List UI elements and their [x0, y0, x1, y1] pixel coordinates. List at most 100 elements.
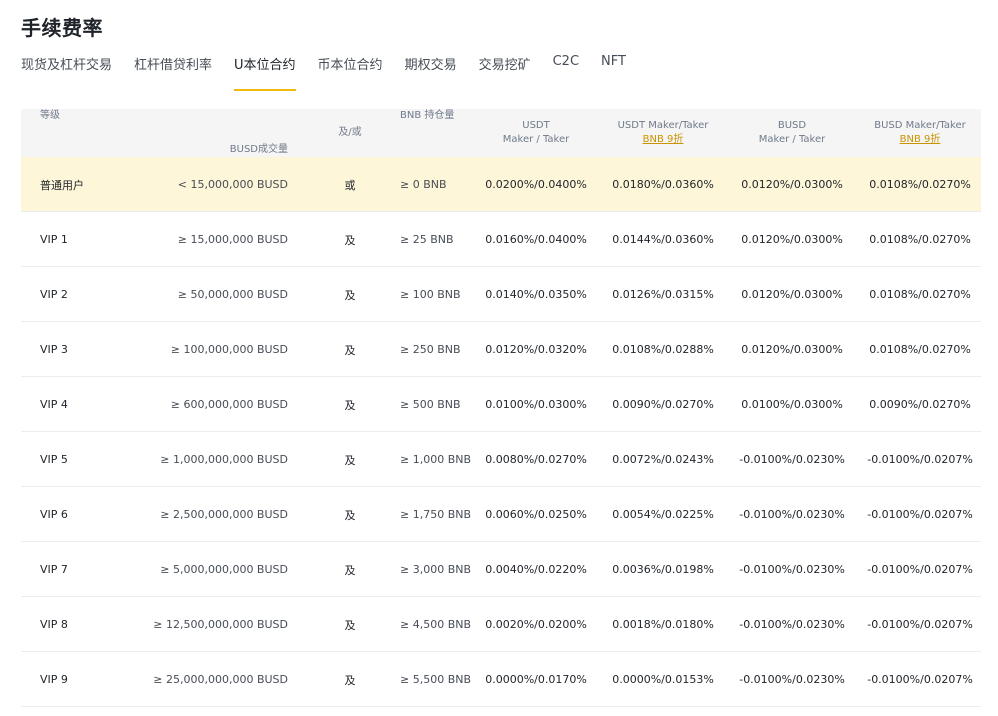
cell-busd-rate: -0.0100%/0.0230%	[739, 618, 845, 631]
cell-usdt-bnb-rate: 0.0000%/0.0153%	[612, 673, 714, 686]
tab-c2c[interactable]: C2C	[553, 54, 579, 91]
cell-busd-rate: 0.0120%/0.0300%	[741, 343, 843, 356]
cell-busd-bnb-rate: -0.0100%/0.0207%	[867, 508, 973, 521]
cell-level: VIP 3	[40, 343, 68, 356]
cell-andor: 及	[344, 453, 356, 467]
cell-level: VIP 8	[40, 618, 68, 631]
cell-busd-bnb-rate: 0.0090%/0.0270%	[869, 398, 971, 411]
cell-usdt-rate: 0.0020%/0.0200%	[485, 618, 587, 631]
cell-busd-bnb-rate: 0.0108%/0.0270%	[869, 178, 971, 191]
page-title: 手续费率	[21, 16, 103, 40]
cell-busd-rate: -0.0100%/0.0230%	[739, 673, 845, 686]
table-row: VIP 9 ≥ 25,000,000,000 BUSD 及 ≥ 5,500 BN…	[21, 652, 981, 707]
header-volume: BUSD成交量	[229, 144, 288, 155]
cell-usdt-bnb-rate: 0.0090%/0.0270%	[612, 398, 714, 411]
cell-usdt-rate: 0.0080%/0.0270%	[485, 453, 587, 466]
table-row: VIP 4 ≥ 600,000,000 BUSD 及 ≥ 500 BNB 0.0…	[21, 377, 981, 432]
tab-margin-borrow-rate[interactable]: 杠杆借贷利率	[134, 54, 212, 91]
cell-busd-bnb-rate: 0.0108%/0.0270%	[869, 343, 971, 356]
bnb-discount-link[interactable]: BNB 9折	[900, 133, 941, 147]
cell-usdt-bnb-rate: 0.0180%/0.0360%	[612, 178, 714, 191]
cell-usdt-bnb-rate: 0.0036%/0.0198%	[612, 563, 714, 576]
tab-nft[interactable]: NFT	[601, 54, 626, 91]
header-usdt-maker-taker: USDT Maker / Taker	[502, 120, 570, 145]
cell-busd-bnb-rate: -0.0100%/0.0207%	[867, 618, 973, 631]
cell-busd-rate: 0.0120%/0.0300%	[741, 233, 843, 246]
fee-tabs: 现货及杠杆交易 杠杆借贷利率 U本位合约 币本位合约 期权交易 交易挖矿 C2C…	[21, 54, 648, 91]
cell-level: VIP 6	[40, 508, 68, 521]
cell-andor: 或	[344, 178, 356, 192]
fee-table: 等级 BUSD成交量 及/或 BNB 持仓量 USDT Maker / Take…	[21, 109, 981, 707]
cell-andor: 及	[344, 288, 356, 302]
cell-usdt-rate: 0.0200%/0.0400%	[485, 178, 587, 191]
cell-andor: 及	[344, 398, 356, 412]
cell-busd-rate: 0.0120%/0.0300%	[741, 288, 843, 301]
cell-usdt-rate: 0.0000%/0.0170%	[485, 673, 587, 686]
header-usdt-bnb-discount: USDT Maker/Taker BNB 9折	[617, 120, 709, 147]
cell-volume: ≥ 5,000,000,000 BUSD	[160, 563, 288, 576]
table-row: VIP 5 ≥ 1,000,000,000 BUSD 及 ≥ 1,000 BNB…	[21, 432, 981, 487]
cell-level: VIP 5	[40, 453, 68, 466]
cell-busd-bnb-rate: 0.0108%/0.0270%	[869, 288, 971, 301]
tab-liquidity-mining[interactable]: 交易挖矿	[479, 54, 531, 91]
cell-level: VIP 9	[40, 673, 68, 686]
cell-busd-bnb-rate: 0.0108%/0.0270%	[869, 233, 971, 246]
cell-volume: < 15,000,000 BUSD	[177, 178, 288, 191]
table-row: 普通用户 < 15,000,000 BUSD 或 ≥ 0 BNB 0.0200%…	[21, 157, 981, 212]
cell-usdt-rate: 0.0100%/0.0300%	[485, 398, 587, 411]
table-row: VIP 2 ≥ 50,000,000 BUSD 及 ≥ 100 BNB 0.01…	[21, 267, 981, 322]
table-row: VIP 6 ≥ 2,500,000,000 BUSD 及 ≥ 1,750 BNB…	[21, 487, 981, 542]
table-row: VIP 8 ≥ 12,500,000,000 BUSD 及 ≥ 4,500 BN…	[21, 597, 981, 652]
cell-usdt-rate: 0.0140%/0.0350%	[485, 288, 587, 301]
cell-volume: ≥ 12,500,000,000 BUSD	[153, 618, 288, 631]
cell-busd-bnb-rate: -0.0100%/0.0207%	[867, 673, 973, 686]
tab-spot-margin[interactable]: 现货及杠杆交易	[21, 54, 112, 91]
cell-busd-rate: 0.0100%/0.0300%	[741, 398, 843, 411]
cell-andor: 及	[344, 673, 356, 687]
cell-usdt-bnb-rate: 0.0126%/0.0315%	[612, 288, 714, 301]
cell-level: VIP 1	[40, 233, 68, 246]
cell-busd-bnb-rate: -0.0100%/0.0207%	[867, 453, 973, 466]
table-row: VIP 1 ≥ 15,000,000 BUSD 及 ≥ 25 BNB 0.016…	[21, 212, 981, 267]
header-andor: 及/或	[338, 127, 362, 138]
cell-busd-rate: -0.0100%/0.0230%	[739, 563, 845, 576]
cell-busd-bnb-rate: -0.0100%/0.0207%	[867, 563, 973, 576]
cell-usdt-bnb-rate: 0.0018%/0.0180%	[612, 618, 714, 631]
cell-andor: 及	[344, 233, 356, 247]
cell-volume: ≥ 15,000,000 BUSD	[177, 233, 288, 246]
tab-usdm-futures[interactable]: U本位合约	[234, 54, 296, 91]
cell-andor: 及	[344, 343, 356, 357]
cell-andor: 及	[344, 618, 356, 632]
cell-volume: ≥ 2,500,000,000 BUSD	[160, 508, 288, 521]
cell-usdt-bnb-rate: 0.0054%/0.0225%	[612, 508, 714, 521]
cell-volume: ≥ 25,000,000,000 BUSD	[153, 673, 288, 686]
cell-andor: 及	[344, 563, 356, 577]
cell-level: VIP 2	[40, 288, 68, 301]
cell-busd-rate: 0.0120%/0.0300%	[741, 178, 843, 191]
cell-volume: ≥ 600,000,000 BUSD	[170, 398, 288, 411]
table-header: 等级 BUSD成交量 及/或 BNB 持仓量 USDT Maker / Take…	[21, 109, 981, 157]
header-busd-maker-taker: BUSD Maker / Taker	[758, 120, 826, 145]
header-busd-bnb-discount: BUSD Maker/Taker BNB 9折	[874, 120, 966, 147]
cell-usdt-rate: 0.0060%/0.0250%	[485, 508, 587, 521]
tab-options[interactable]: 期权交易	[405, 54, 457, 91]
cell-usdt-rate: 0.0160%/0.0400%	[485, 233, 587, 246]
fee-rate-page: 手续费率 现货及杠杆交易 杠杆借贷利率 U本位合约 币本位合约 期权交易 交易挖…	[0, 0, 998, 716]
cell-andor: 及	[344, 508, 356, 522]
cell-volume: ≥ 50,000,000 BUSD	[177, 288, 288, 301]
bnb-discount-link[interactable]: BNB 9折	[643, 133, 684, 147]
table-row: VIP 3 ≥ 100,000,000 BUSD 及 ≥ 250 BNB 0.0…	[21, 322, 981, 377]
cell-level: VIP 4	[40, 398, 68, 411]
cell-usdt-bnb-rate: 0.0072%/0.0243%	[612, 453, 714, 466]
tab-coinm-futures[interactable]: 币本位合约	[318, 54, 383, 91]
cell-volume: ≥ 100,000,000 BUSD	[170, 343, 288, 356]
table-row: VIP 7 ≥ 5,000,000,000 BUSD 及 ≥ 3,000 BNB…	[21, 542, 981, 597]
cell-usdt-bnb-rate: 0.0108%/0.0288%	[612, 343, 714, 356]
header-level: 等级	[40, 110, 60, 121]
table-body: 普通用户 < 15,000,000 BUSD 或 ≥ 0 BNB 0.0200%…	[21, 157, 981, 707]
cell-busd-rate: -0.0100%/0.0230%	[739, 453, 845, 466]
cell-usdt-rate: 0.0040%/0.0220%	[485, 563, 587, 576]
cell-volume: ≥ 1,000,000,000 BUSD	[160, 453, 288, 466]
cell-usdt-bnb-rate: 0.0144%/0.0360%	[612, 233, 714, 246]
cell-busd-rate: -0.0100%/0.0230%	[739, 508, 845, 521]
